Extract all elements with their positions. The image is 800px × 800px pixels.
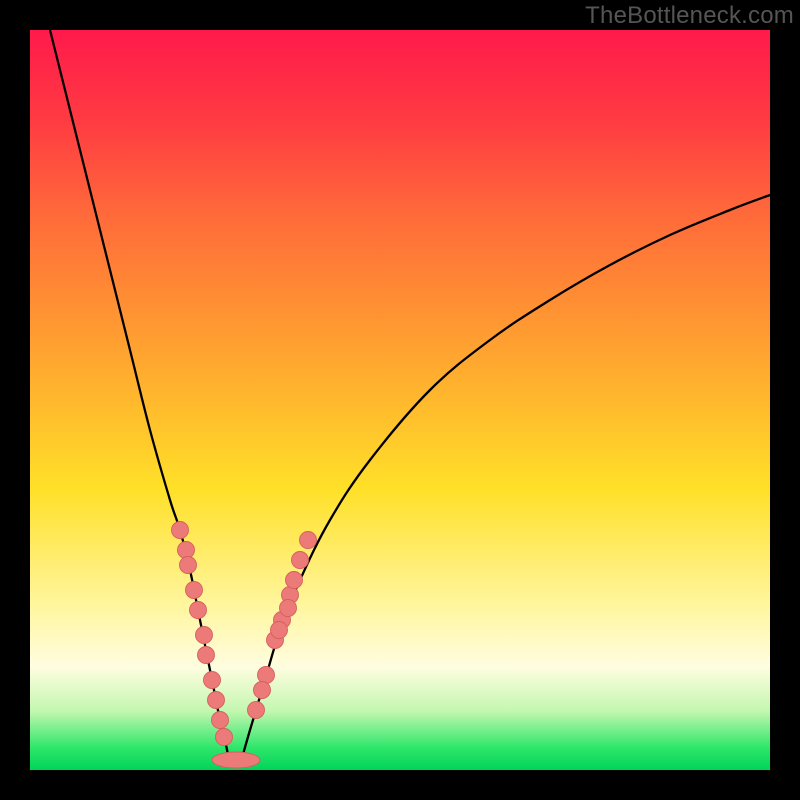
image-frame: TheBottleneck.com	[0, 0, 800, 800]
marker-dot	[198, 647, 215, 664]
marker-dot	[286, 572, 303, 589]
curve-right-branch	[240, 195, 770, 765]
marker-dot	[271, 622, 288, 639]
marker-dot	[196, 627, 213, 644]
marker-dot	[258, 667, 275, 684]
marker-dot	[172, 522, 189, 539]
marker-dot	[300, 532, 317, 549]
chart-plot-area	[30, 30, 770, 770]
marker-dot	[212, 712, 229, 729]
marker-dot	[216, 729, 233, 746]
marker-dot	[190, 602, 207, 619]
trough-marker	[212, 752, 260, 768]
marker-dot	[254, 682, 271, 699]
marker-dot	[248, 702, 265, 719]
marker-dot	[178, 542, 195, 559]
marker-dot	[208, 692, 225, 709]
marker-dot	[180, 557, 197, 574]
chart-svg	[30, 30, 770, 770]
marker-dot	[292, 552, 309, 569]
marker-dot	[280, 600, 297, 617]
watermark-text: TheBottleneck.com	[585, 2, 794, 30]
marker-dot	[186, 582, 203, 599]
marker-dots-group	[172, 522, 317, 746]
marker-dot	[204, 672, 221, 689]
